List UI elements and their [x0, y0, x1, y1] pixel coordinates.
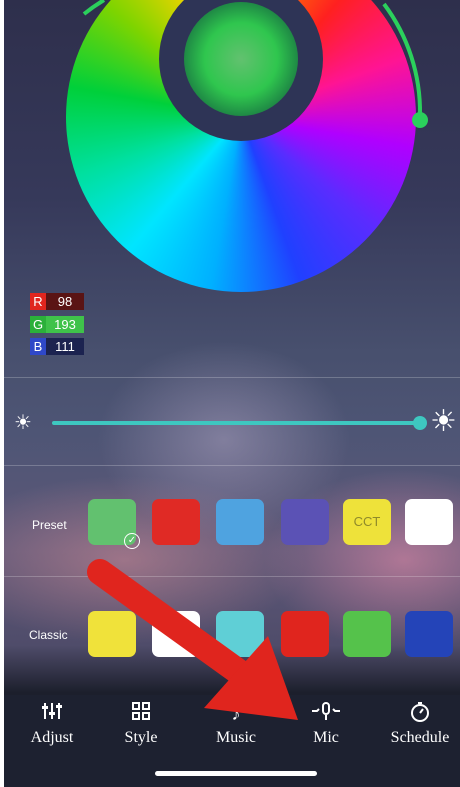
classic-swatch[interactable]	[343, 611, 391, 657]
app-screen: R 98 G 193 B 111 ☀ ☀ Preset ✓ CCT Classic	[4, 0, 460, 787]
brightness-handle[interactable]	[413, 416, 428, 430]
preset-swatch[interactable]	[281, 499, 329, 545]
tab-label: Schedule	[390, 729, 450, 746]
red-label: R	[30, 293, 46, 310]
rgb-green-row: G 193	[30, 316, 84, 333]
grid-icon	[101, 701, 181, 727]
swatch-label: CCT	[353, 514, 381, 529]
sun-small-icon: ☀	[14, 412, 32, 434]
timer-icon	[380, 701, 460, 727]
sliders-icon	[12, 701, 92, 727]
tab-label: Style	[124, 729, 158, 746]
rgb-red-row: R 98	[30, 293, 84, 310]
tab-label: Mic	[313, 729, 339, 746]
tab-label: Adjust	[30, 729, 74, 746]
preset-swatch[interactable]	[216, 499, 264, 545]
selected-color-preview	[184, 2, 298, 116]
sun-large-icon: ☀	[430, 405, 457, 438]
classic-swatch[interactable]	[88, 611, 136, 657]
blue-label: B	[30, 338, 46, 355]
divider	[4, 465, 460, 466]
preset-swatch[interactable]	[405, 499, 453, 545]
tab-adjust[interactable]: Adjust	[12, 701, 92, 747]
tab-music[interactable]: ♪ Music	[196, 701, 276, 747]
preset-swatch[interactable]: CCT	[343, 499, 391, 545]
preset-label: Preset	[32, 518, 67, 532]
tab-schedule[interactable]: Schedule	[380, 701, 460, 747]
preset-swatch[interactable]	[152, 499, 200, 545]
tab-label: Music	[216, 729, 256, 746]
divider	[4, 576, 460, 577]
green-value: 193	[46, 316, 84, 333]
mic-icon	[286, 701, 366, 727]
color-wheel-center	[159, 0, 323, 141]
brightness-slider[interactable]	[52, 416, 428, 430]
classic-swatch[interactable]	[216, 611, 264, 657]
classic-label: Classic	[29, 628, 68, 642]
color-wheel-area	[60, 0, 416, 300]
rgb-blue-row: B 111	[30, 338, 84, 355]
selected-check-icon: ✓	[124, 533, 140, 549]
divider	[4, 377, 460, 378]
music-icon: ♪	[231, 704, 241, 724]
classic-swatch[interactable]	[281, 611, 329, 657]
home-indicator[interactable]	[155, 771, 317, 776]
blue-value: 111	[46, 338, 84, 355]
classic-swatch[interactable]	[152, 611, 200, 657]
preset-swatch[interactable]: ✓	[88, 499, 140, 549]
classic-swatch[interactable]	[405, 611, 453, 657]
color-wheel[interactable]	[66, 0, 416, 292]
red-value: 98	[46, 293, 84, 310]
tab-style[interactable]: Style	[101, 701, 181, 747]
green-label: G	[30, 316, 46, 333]
tab-mic[interactable]: Mic	[286, 701, 366, 747]
